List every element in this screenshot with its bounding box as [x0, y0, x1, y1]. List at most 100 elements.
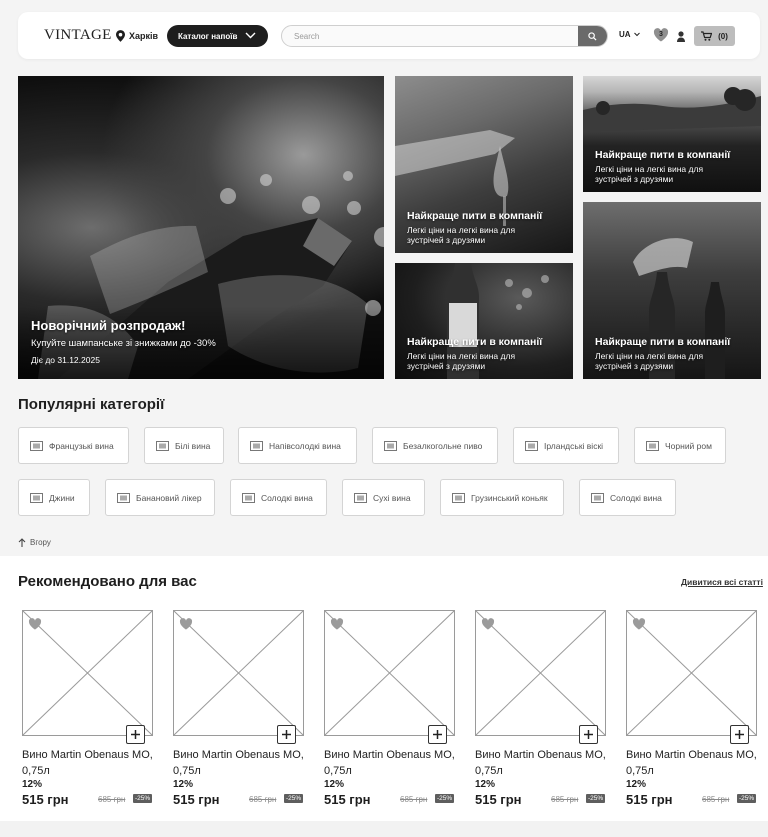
banner-small-3[interactable]: Найкраще пити в компанії Легкі ціни на л…: [395, 263, 573, 379]
category-chip[interactable]: Ірландські віскі: [513, 427, 619, 464]
product-name: Вино Martin Obenaus МО, 0,75л: [324, 749, 455, 777]
discount-badge: -25%: [737, 794, 757, 803]
heart-icon[interactable]: [481, 618, 495, 630]
category-chip[interactable]: Безалкогольне пиво: [372, 427, 498, 464]
recommended-title: Рекомендовано для вас: [18, 573, 197, 590]
add-to-cart-button[interactable]: [730, 725, 749, 744]
site-logo[interactable]: VINTAGE: [44, 27, 112, 44]
category-icon: [30, 440, 43, 451]
product-price: 515 грн: [22, 792, 69, 807]
banner-small-4-title: Найкраще пити в компанії: [595, 336, 731, 348]
banner-main-text: Новорічний розпродаж! Купуйте шампанське…: [31, 318, 216, 365]
search-icon: [588, 31, 597, 41]
banner-small-2-title: Найкраще пити в компанії: [595, 149, 731, 161]
category-chip[interactable]: Білі вина: [144, 427, 224, 464]
category-label: Французькі вина: [49, 440, 114, 451]
discount-badge: -25%: [133, 794, 153, 803]
product-price: 515 грн: [173, 792, 220, 807]
city-selector[interactable]: Харків: [116, 28, 158, 44]
footer-strip: [0, 821, 768, 837]
language-selector[interactable]: UA: [619, 30, 640, 39]
category-label: Білі вина: [175, 440, 211, 451]
category-icon: [452, 492, 465, 503]
discount-badge: -25%: [284, 794, 304, 803]
view-all-articles-link[interactable]: Дивитися всі статті: [681, 577, 763, 587]
banner-main-title: Новорічний розпродаж!: [31, 318, 186, 333]
category-chip[interactable]: Напівсолодкі вина: [238, 427, 357, 464]
category-label: Чорний ром: [665, 440, 712, 451]
category-icon: [525, 440, 538, 451]
search-input[interactable]: [294, 26, 564, 46]
product-old-price: 685 грн: [551, 795, 579, 804]
plus-icon: [584, 730, 593, 739]
product-old-price: 685 грн: [249, 795, 277, 804]
cart-count: (0): [718, 31, 728, 41]
category-chip[interactable]: Сухі вина: [342, 479, 425, 516]
category-icon: [156, 440, 169, 451]
category-chip[interactable]: Чорний ром: [634, 427, 726, 464]
product-alcohol: 12%: [173, 779, 194, 790]
product-old-price: 685 грн: [98, 795, 126, 804]
heart-icon[interactable]: [330, 618, 344, 630]
category-chip[interactable]: Солодкі вина: [579, 479, 676, 516]
category-icon: [354, 492, 367, 503]
category-icon: [646, 440, 659, 451]
banner-small-2[interactable]: Найкраще пити в компанії Легкі ціни на л…: [583, 76, 761, 192]
category-label: Безалкогольне пиво: [403, 440, 483, 451]
product-price: 515 грн: [626, 792, 673, 807]
search-button[interactable]: [578, 26, 607, 46]
heart-icon[interactable]: [632, 618, 646, 630]
catalog-button[interactable]: Каталог напоїв: [167, 25, 268, 47]
banner-main[interactable]: Новорічний розпродаж! Купуйте шампанське…: [18, 76, 384, 379]
category-label: Ірландські віскі: [544, 440, 604, 451]
category-chip[interactable]: Французькі вина: [18, 427, 129, 464]
category-chip[interactable]: Банановий лікер: [105, 479, 215, 516]
category-label: Банановий лікер: [136, 492, 202, 503]
favorites-button[interactable]: 3: [653, 28, 669, 42]
product-alcohol: 12%: [324, 779, 345, 790]
banner-small-4[interactable]: Найкраще пити в компанії Легкі ціни на л…: [583, 202, 761, 379]
chevron-down-icon: [633, 32, 640, 37]
category-chip[interactable]: Грузинський коньяк: [440, 479, 564, 516]
banner-small-1-subtitle: Легкі ціни на легкі вина для зустрічей з…: [407, 225, 516, 245]
add-to-cart-button[interactable]: [126, 725, 145, 744]
category-label: Грузинський коньяк: [471, 492, 548, 503]
banner-small-1[interactable]: Найкраще пити в компанії Легкі ціни на л…: [395, 76, 573, 253]
product-name: Вино Martin Obenaus МО, 0,75л: [475, 749, 606, 777]
heart-icon[interactable]: [28, 618, 42, 630]
banner-small-3-text: Найкраще пити в компанії Легкі ціни на л…: [407, 336, 547, 371]
user-icon: [677, 31, 685, 42]
product-old-price: 685 грн: [400, 795, 428, 804]
category-icon: [117, 492, 130, 503]
banner-main-date: Діє до 31.12.2025: [31, 355, 100, 365]
product-old-price: 685 грн: [702, 795, 730, 804]
category-icon: [250, 440, 263, 451]
product-price: 515 грн: [475, 792, 522, 807]
banner-small-1-text: Найкраще пити в компанії Легкі ціни на л…: [407, 210, 547, 245]
category-icon: [591, 492, 604, 503]
back-to-top-link[interactable]: Вгору: [18, 538, 51, 547]
product-name: Вино Martin Obenaus МО, 0,75л: [173, 749, 304, 777]
city-label: Харків: [129, 31, 159, 41]
category-icon: [242, 492, 255, 503]
site-header: VINTAGE Харків Каталог напоїв UA 3 (0): [18, 12, 760, 59]
product-alcohol: 12%: [626, 779, 647, 790]
catalog-label: Каталог напоїв: [178, 31, 238, 41]
add-to-cart-button[interactable]: [428, 725, 447, 744]
heart-icon[interactable]: [179, 618, 193, 630]
category-icon: [384, 440, 397, 451]
cart-icon: [701, 31, 713, 41]
category-label: Солодкі вина: [261, 492, 313, 503]
account-button[interactable]: [677, 29, 685, 47]
categories-title: Популярні категорії: [18, 396, 165, 413]
discount-badge: -25%: [435, 794, 455, 803]
language-label: UA: [619, 30, 631, 39]
cart-button[interactable]: (0): [694, 26, 735, 46]
add-to-cart-button[interactable]: [579, 725, 598, 744]
plus-icon: [735, 730, 744, 739]
category-label: Джини: [49, 492, 75, 503]
category-chip[interactable]: Солодкі вина: [230, 479, 327, 516]
favorites-count: 3: [659, 31, 663, 38]
category-chip[interactable]: Джини: [18, 479, 90, 516]
add-to-cart-button[interactable]: [277, 725, 296, 744]
